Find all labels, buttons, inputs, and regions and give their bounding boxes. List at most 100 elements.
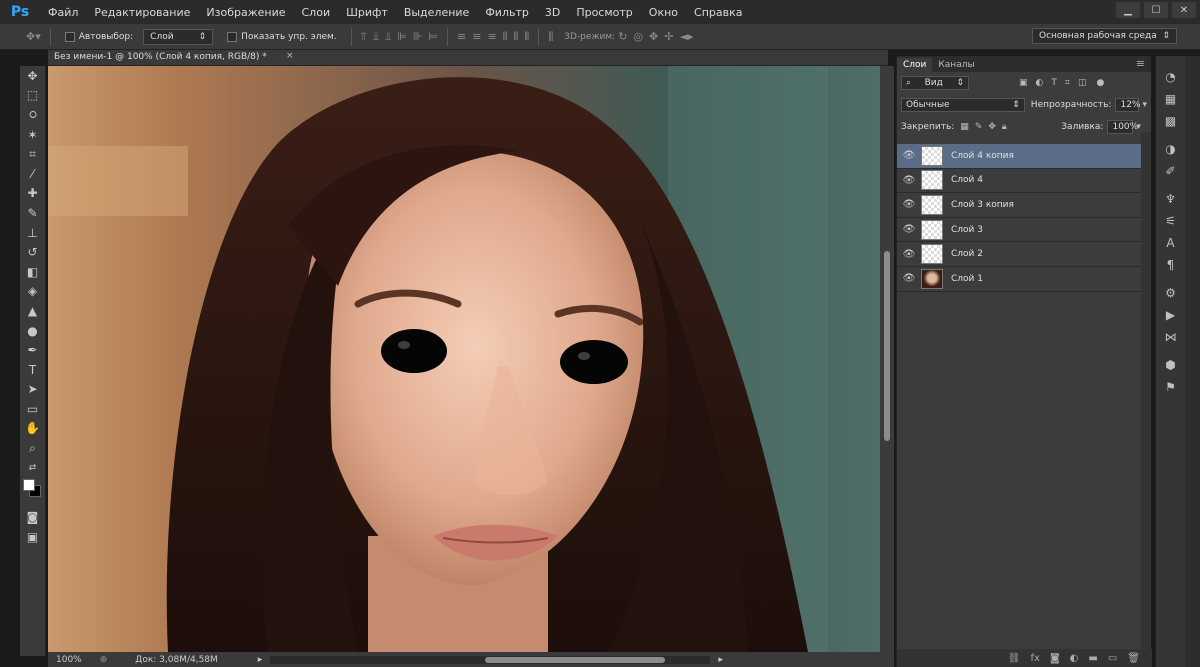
menu-filter[interactable]: Фильтр bbox=[477, 6, 537, 19]
horizontal-scroll-thumb[interactable] bbox=[485, 656, 666, 663]
zoom-level[interactable]: 100% bbox=[56, 655, 82, 665]
move-tool-preset-icon[interactable]: ✥▾ bbox=[26, 30, 41, 43]
menu-select[interactable]: Выделение bbox=[396, 6, 478, 19]
new-group-icon[interactable]: ▬ bbox=[1088, 653, 1097, 664]
maximize-button[interactable]: ☐ bbox=[1144, 2, 1168, 18]
layer-row[interactable]: 👁︎ Слой 1 bbox=[897, 267, 1141, 292]
align-top-icon[interactable]: ⫪ bbox=[361, 30, 367, 44]
3d-scale-icon[interactable]: ◄▸ bbox=[679, 30, 693, 43]
lock-transparent-icon[interactable]: ▦ bbox=[960, 122, 969, 132]
distribute-left-icon[interactable]: ⦀ bbox=[503, 30, 508, 44]
horizontal-scrollbar[interactable] bbox=[270, 655, 711, 664]
brush-presets-icon[interactable]: ♆ bbox=[1156, 188, 1185, 210]
minimize-button[interactable]: ▁ bbox=[1116, 2, 1140, 18]
layer-row[interactable]: 👁︎ Слой 2 bbox=[897, 242, 1141, 267]
delete-layer-icon[interactable]: 🗑︎ bbox=[1127, 653, 1140, 664]
eye-icon[interactable]: 👁︎ bbox=[897, 224, 921, 235]
menu-help[interactable]: Справка bbox=[686, 6, 750, 19]
close-document-icon[interactable]: × bbox=[286, 51, 294, 61]
color-panel-icon[interactable]: ◔ bbox=[1156, 66, 1185, 88]
opacity-input[interactable]: 12% bbox=[1115, 98, 1140, 112]
masks-panel-icon[interactable]: ✐ bbox=[1156, 160, 1185, 182]
close-button[interactable]: ✕ bbox=[1172, 2, 1196, 18]
hand-tool-icon[interactable]: ✋ bbox=[20, 419, 45, 439]
crop-tool-icon[interactable]: ⌗ bbox=[20, 144, 45, 164]
canvas[interactable] bbox=[48, 66, 880, 652]
filter-type-icon[interactable]: T bbox=[1051, 78, 1057, 88]
properties-panel-icon[interactable]: ⚑ bbox=[1156, 376, 1185, 398]
document-tab[interactable]: Без имени-1 @ 100% (Слой 4 копия, RGB/8)… bbox=[48, 50, 888, 66]
align-vcenter-icon[interactable]: ⫫ bbox=[373, 30, 379, 44]
link-layers-icon[interactable]: ⛓ bbox=[1008, 653, 1021, 664]
type-tool-icon[interactable]: T bbox=[20, 360, 45, 380]
3d-roll-icon[interactable]: ◎ bbox=[633, 30, 643, 43]
blur-tool-icon[interactable]: ▲ bbox=[20, 301, 45, 321]
lock-all-icon[interactable]: 🔒︎ bbox=[1002, 122, 1007, 132]
filter-smart-icon[interactable]: ◫ bbox=[1078, 78, 1087, 88]
add-mask-icon[interactable]: ◙ bbox=[1050, 653, 1060, 664]
lasso-tool-icon[interactable]: ഠ bbox=[20, 105, 45, 125]
blend-mode-dropdown[interactable]: Обычные ⇕ bbox=[901, 98, 1025, 112]
menu-view[interactable]: Просмотр bbox=[568, 6, 640, 19]
menu-layers[interactable]: Слои bbox=[294, 6, 339, 19]
status-menu-arrow-icon[interactable]: ▸ bbox=[258, 655, 263, 665]
new-layer-icon[interactable]: ▭ bbox=[1108, 653, 1117, 664]
dodge-tool-icon[interactable]: ● bbox=[20, 321, 45, 341]
autoselect-dropdown[interactable]: Слой ⇕ bbox=[143, 28, 214, 45]
menu-window[interactable]: Окно bbox=[641, 6, 686, 19]
paint-bucket-tool-icon[interactable]: ◈ bbox=[20, 282, 45, 302]
panel-menu-icon[interactable]: ≡ bbox=[1130, 57, 1151, 72]
move-tool-icon[interactable]: ✥ bbox=[20, 66, 45, 86]
screen-mode-icon[interactable]: ▣ bbox=[20, 527, 45, 547]
adjustment-layer-icon[interactable]: ◐ bbox=[1070, 653, 1079, 664]
vertical-scrollbar[interactable] bbox=[880, 66, 894, 652]
auto-align-icon[interactable]: ⫼ bbox=[548, 30, 553, 44]
paragraph-panel-icon[interactable]: ¶ bbox=[1156, 254, 1185, 276]
brush-tool-icon[interactable]: ✎ bbox=[20, 203, 45, 223]
pen-tool-icon[interactable]: ✒ bbox=[20, 340, 45, 360]
autoselect-checkbox[interactable] bbox=[64, 31, 75, 42]
layer-row[interactable]: 👁︎ Слой 3 копия bbox=[897, 193, 1141, 218]
3d-drag-icon[interactable]: ✥ bbox=[649, 30, 658, 43]
3d-slide-icon[interactable]: ✢ bbox=[664, 30, 673, 43]
path-selection-tool-icon[interactable]: ➤ bbox=[20, 380, 45, 400]
styles-panel-icon[interactable]: ▩ bbox=[1156, 110, 1185, 132]
shape-tool-icon[interactable]: ▭ bbox=[20, 399, 45, 419]
distribute-hcenter-icon[interactable]: ⦀ bbox=[514, 30, 519, 44]
scroll-thumb[interactable] bbox=[884, 251, 890, 441]
layer-row[interactable]: 👁︎ Слой 4 bbox=[897, 169, 1141, 194]
eye-icon[interactable]: 👁︎ bbox=[897, 273, 921, 284]
tab-layers[interactable]: Слои bbox=[897, 58, 933, 72]
eyedropper-tool-icon[interactable]: ⁄ bbox=[20, 164, 45, 184]
fill-arrow-icon[interactable]: ▾ bbox=[1136, 122, 1141, 132]
magic-wand-tool-icon[interactable]: ✶ bbox=[20, 125, 45, 145]
zoom-tool-icon[interactable]: ⌕ bbox=[20, 438, 45, 458]
lock-move-icon[interactable]: ✥ bbox=[988, 122, 996, 132]
layer-row[interactable]: 👁︎ Слой 3 bbox=[897, 218, 1141, 243]
filter-shape-icon[interactable]: ⌗ bbox=[1065, 78, 1070, 88]
lock-paint-icon[interactable]: ✎ bbox=[975, 122, 983, 132]
layer-row[interactable]: 👁︎ Слой 4 копия bbox=[897, 144, 1141, 169]
clone-source-icon[interactable]: ⚙ bbox=[1156, 282, 1185, 304]
align-bottom-icon[interactable]: ⫫ bbox=[385, 30, 391, 44]
fill-input[interactable]: 100% bbox=[1107, 120, 1138, 134]
menu-type[interactable]: Шрифт bbox=[338, 6, 396, 19]
tab-channels[interactable]: Каналы bbox=[932, 58, 980, 72]
3d-panel-icon[interactable]: ⬢ bbox=[1156, 354, 1185, 376]
history-brush-tool-icon[interactable]: ↺ bbox=[20, 242, 45, 262]
marquee-tool-icon[interactable]: ⬚ bbox=[20, 86, 45, 106]
show-controls-checkbox[interactable] bbox=[227, 31, 238, 42]
filter-toggle-icon[interactable]: ● bbox=[1096, 78, 1104, 88]
quick-mask-icon[interactable]: ◙ bbox=[20, 507, 45, 527]
color-swatches[interactable] bbox=[20, 477, 45, 507]
distribute-bottom-icon[interactable]: ≡ bbox=[487, 30, 496, 43]
tool-presets-icon[interactable]: ⋈ bbox=[1156, 326, 1185, 348]
opacity-arrow-icon[interactable]: ▾ bbox=[1142, 100, 1147, 110]
layer-filter-dropdown[interactable]: ⌕ Вид ⇕ bbox=[901, 76, 969, 90]
foreground-color-swatch[interactable] bbox=[23, 479, 35, 492]
eye-icon[interactable]: 👁︎ bbox=[897, 249, 921, 260]
align-hcenter-icon[interactable]: ⊪ bbox=[413, 30, 423, 43]
menu-edit[interactable]: Редактирование bbox=[86, 6, 198, 19]
clone-stamp-tool-icon[interactable]: ⊥ bbox=[20, 223, 45, 243]
healing-brush-tool-icon[interactable]: ✚ bbox=[20, 184, 45, 204]
